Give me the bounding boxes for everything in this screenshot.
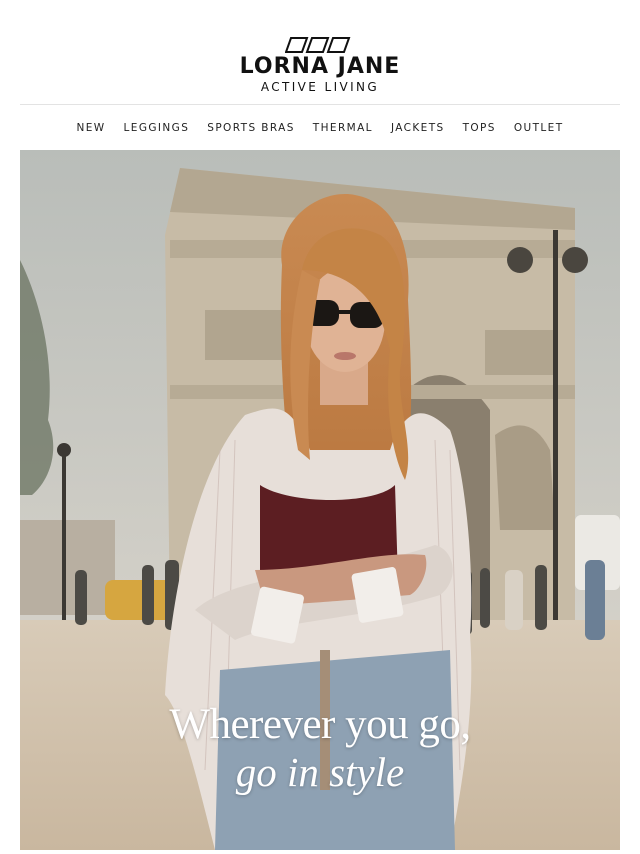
hero-banner[interactable]: Wherever you go, go in style [20, 150, 620, 850]
brand-logo-icon [284, 37, 351, 53]
nav-item-tops[interactable]: TOPS [454, 105, 505, 151]
header-divider [20, 104, 620, 105]
nav-item-new[interactable]: NEW [67, 105, 114, 151]
nav-item-jackets[interactable]: JACKETS [382, 105, 454, 151]
headline-line-2: go in style [235, 749, 405, 795]
hero-headline: Wherever you go, go in style [20, 702, 620, 796]
brand-wordmark: LORNA JANE [239, 54, 401, 79]
brand-tagline: ACTIVE LIVING [260, 80, 380, 94]
nav-item-sports-bras[interactable]: SPORTS BRAS [198, 105, 304, 151]
brand-logo-link[interactable]: LORNA JANE ACTIVE LIVING [240, 37, 401, 94]
main-nav: NEW LEGGINGS SPORTS BRAS THERMAL JACKETS… [0, 105, 640, 151]
nav-item-leggings[interactable]: LEGGINGS [115, 105, 199, 151]
email-header: LORNA JANE ACTIVE LIVING [0, 0, 640, 105]
nav-item-outlet[interactable]: OUTLET [505, 105, 573, 151]
headline-line-1: Wherever you go, [169, 701, 471, 748]
nav-item-thermal[interactable]: THERMAL [304, 105, 382, 151]
